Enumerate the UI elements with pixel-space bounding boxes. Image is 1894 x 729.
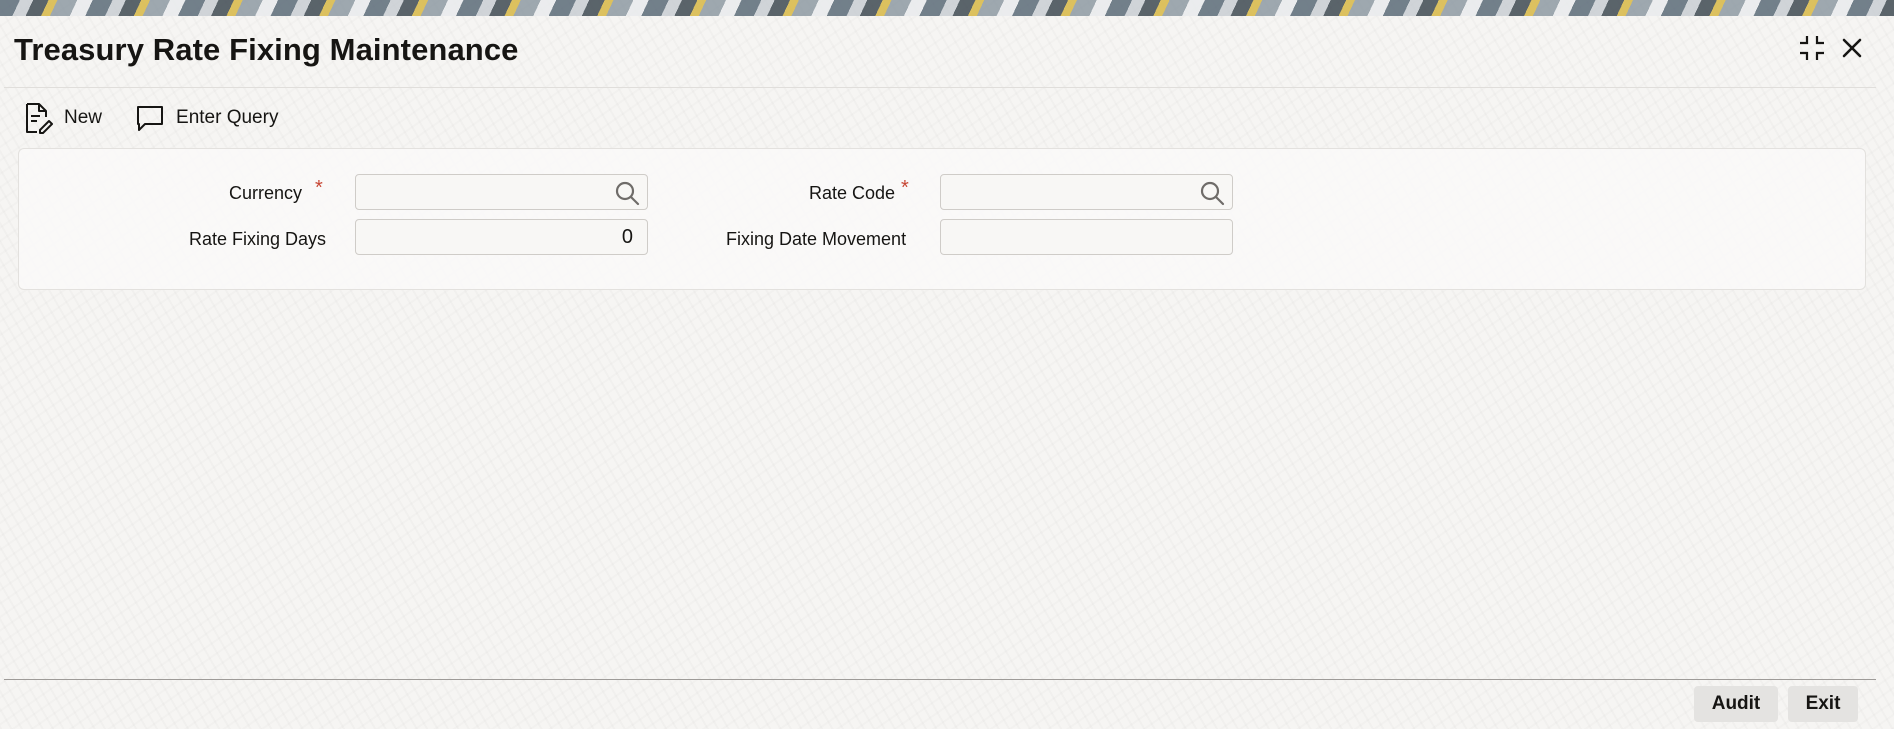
currency-field[interactable] [355, 174, 648, 210]
new-button-label: New [64, 107, 103, 128]
rate-fixing-days-field[interactable] [355, 219, 648, 255]
rate-fixing-days-input[interactable] [356, 220, 647, 254]
rate-code-input[interactable] [941, 175, 1232, 209]
currency-label: Currency [229, 183, 303, 203]
close-button[interactable] [1834, 32, 1870, 68]
top-decorative-banner [0, 0, 1894, 16]
rate-fixing-days-label: Rate Fixing Days [189, 229, 327, 249]
fixing-date-movement-input[interactable] [941, 220, 1232, 254]
form-panel: Currency * Rate Code * Rate Fixing Days [18, 148, 1866, 290]
header-divider [4, 87, 1876, 88]
fixing-date-movement-field[interactable] [940, 219, 1233, 255]
close-icon [1840, 36, 1864, 65]
search-icon[interactable] [1198, 179, 1226, 207]
chat-bubble-icon [134, 102, 166, 134]
minimize-icon [1797, 33, 1827, 68]
currency-input[interactable] [356, 175, 647, 209]
new-button[interactable]: New [22, 102, 102, 134]
page-title: Treasury Rate Fixing Maintenance [14, 32, 519, 67]
window-header: Treasury Rate Fixing Maintenance [0, 16, 1894, 86]
rate-code-required-mark: * [901, 177, 909, 199]
fixing-date-movement-label: Fixing Date Movement [726, 229, 907, 249]
audit-button[interactable]: Audit [1694, 686, 1778, 722]
enter-query-button[interactable]: Enter Query [134, 102, 278, 134]
footer-divider [4, 679, 1876, 680]
rate-code-field[interactable] [940, 174, 1233, 210]
enter-query-button-label: Enter Query [176, 107, 279, 128]
rate-code-label: Rate Code [809, 183, 896, 203]
exit-button[interactable]: Exit [1788, 686, 1858, 722]
search-icon[interactable] [613, 179, 641, 207]
minimize-button[interactable] [1794, 32, 1830, 68]
currency-required-mark: * [315, 177, 323, 199]
new-document-icon [22, 102, 54, 134]
toolbar: New Enter Query [22, 100, 310, 136]
